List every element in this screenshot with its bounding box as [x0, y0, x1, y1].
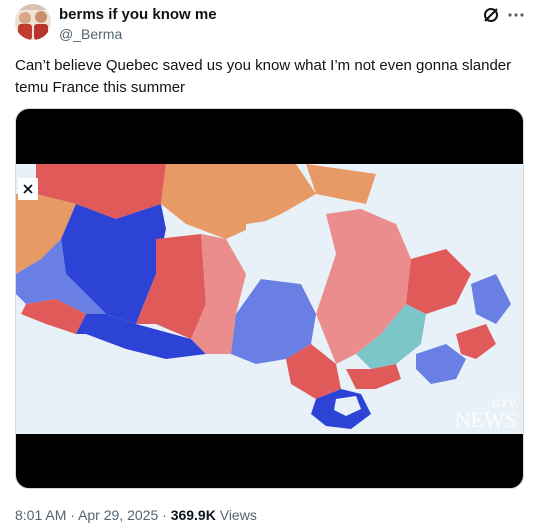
tweet-text: Can’t believe Quebec saved us you know w…: [15, 57, 512, 96]
tweet-media[interactable]: CTV NEWS: [15, 108, 524, 489]
close-button[interactable]: [18, 178, 38, 200]
watermark-bottom: NEWS: [454, 407, 517, 432]
close-icon: [23, 184, 33, 194]
meta-separator: ·: [70, 507, 75, 523]
canada-map: [16, 164, 523, 434]
grok-icon[interactable]: [482, 6, 500, 24]
author-handle[interactable]: @_Berma: [59, 26, 122, 42]
tweet: berms if you know me @_Berma Can’t belie…: [0, 0, 542, 529]
views-count: 369.9K: [170, 507, 216, 523]
ctv-news-watermark: CTV NEWS: [454, 398, 517, 432]
avatar[interactable]: [15, 4, 51, 40]
views-label: Views: [219, 507, 257, 523]
tweet-time[interactable]: 8:01 AM: [15, 507, 66, 523]
election-map: CTV NEWS: [16, 164, 523, 434]
meta-separator-2: ·: [162, 507, 167, 523]
author-display-name[interactable]: berms if you know me: [59, 6, 217, 23]
tweet-date[interactable]: Apr 29, 2025: [78, 507, 158, 523]
avatar-image: [15, 4, 51, 40]
tweet-meta: 8:01 AM · Apr 29, 2025 · 369.9K Views: [15, 507, 257, 523]
more-icon[interactable]: [506, 5, 526, 25]
